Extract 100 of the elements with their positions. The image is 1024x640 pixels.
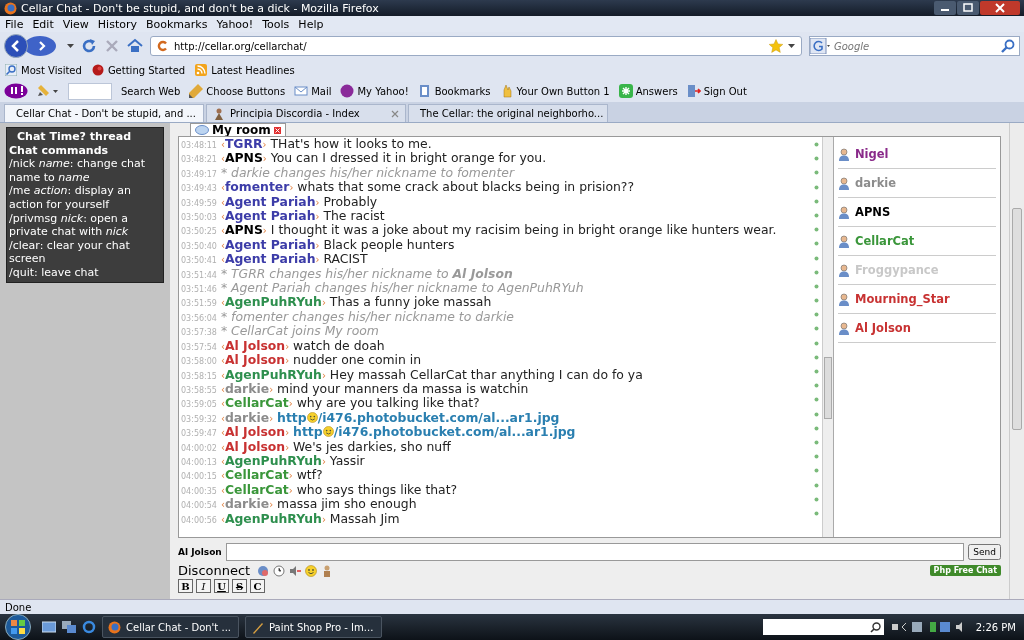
status-dot-icon (814, 142, 819, 147)
book-icon (417, 84, 432, 98)
chat-message: 03:50:40 ‹Agent Pariah› Black people hunters (181, 237, 455, 253)
chat-message: 04:00:02 ‹Al Jolson› We's jes darkies, sho nuff (181, 439, 451, 454)
person-icon (838, 176, 850, 190)
menu-item[interactable]: Yahoo! (216, 17, 254, 31)
status-dot-icon (814, 397, 819, 403)
color-icon[interactable] (257, 564, 270, 577)
browser-tab[interactable]: Principia Discordia - Index (206, 104, 406, 122)
menu-item[interactable]: Help (298, 17, 324, 31)
door-icon (686, 84, 701, 98)
speech-bubble-icon (195, 124, 209, 136)
maximize-icon[interactable] (957, 1, 979, 15)
status-dot-icon (814, 482, 819, 488)
person-icon (838, 292, 850, 306)
php-free-chat-badge[interactable]: Php Free Chat (929, 565, 1001, 576)
taskbar-button[interactable]: Cellar Chat - Don't ... (102, 616, 239, 638)
format-button[interactable]: I (196, 579, 211, 593)
user-entry[interactable]: Nigel (838, 140, 996, 169)
toolbar-button[interactable]: Search Web (121, 85, 181, 97)
browser-tab[interactable]: The Cellar: the original neighborho... (408, 104, 608, 122)
status-dot-icon (814, 354, 819, 360)
circle-icon (340, 84, 355, 98)
toolbar-button[interactable]: Sign Out (686, 84, 747, 98)
toolbar-button[interactable]: Your Own Button 1 (499, 84, 610, 98)
status-dot-icon (814, 369, 819, 374)
person-icon (838, 205, 850, 219)
chat-message: 04:00:35 ‹CellarCat› who says things like that? (181, 482, 459, 498)
user-entry[interactable]: Mourning_Star (838, 285, 996, 314)
search-field[interactable] (762, 619, 884, 635)
search-icon (869, 621, 881, 633)
send-button[interactable]: Send (968, 544, 1001, 560)
menu-item[interactable]: File (5, 17, 24, 31)
status-dot-icon (814, 312, 819, 318)
desktop-icon[interactable] (42, 621, 56, 633)
smiley-icon[interactable] (305, 564, 318, 577)
chat-message: 04:00:13 ‹AgenPuhRYuh› Yassir (181, 453, 366, 469)
speaker-icon[interactable] (289, 564, 302, 577)
scrollbar[interactable] (1009, 123, 1024, 599)
command-help: /quit: leave chat (9, 265, 100, 280)
menu-item[interactable]: Tools (262, 17, 290, 31)
search-box[interactable]: Google (809, 36, 1020, 56)
bookmark-link[interactable]: Latest Headlines (195, 64, 295, 76)
format-button[interactable]: B (178, 579, 193, 593)
scrollbar[interactable] (822, 137, 833, 537)
flower-icon (91, 64, 104, 76)
chat-message: 04:00:15 ‹CellarCat› wtf? (181, 468, 324, 483)
search-icon[interactable] (1001, 39, 1015, 53)
bookmark-link[interactable]: Most Visited (5, 64, 82, 76)
yahoo-logo-icon[interactable] (4, 83, 28, 99)
person-icon (838, 147, 850, 161)
search-icon (5, 64, 17, 76)
browser-icon[interactable] (82, 620, 96, 634)
address-field[interactable]: http://cellar.org/cellarchat/ (150, 36, 802, 56)
status-dot-icon (814, 510, 819, 516)
format-button[interactable]: C (250, 579, 265, 593)
menu-item[interactable]: View (62, 17, 89, 31)
toolbar-button[interactable]: Choose Buttons (189, 84, 286, 98)
toolbar-button[interactable]: Mail (294, 84, 332, 98)
chat-message: 03:59:32 ‹darkie› http /i476.photobucket.com/al...ar1.jpg (181, 410, 561, 426)
format-button[interactable]: S (232, 579, 247, 593)
chat-message: 04:00:54 ‹darkie› massa jim sho enough (181, 497, 418, 512)
disconnect-link[interactable]: Disconnect (178, 563, 251, 578)
reload-icon[interactable] (81, 38, 97, 54)
user-entry[interactable]: Al Jolson (838, 314, 996, 343)
thread-link[interactable]: Chat Time? thread (9, 130, 161, 144)
browser-tab[interactable]: Cellar Chat - Don't be stupid, and ... (4, 104, 204, 122)
format-button[interactable]: U (214, 579, 229, 593)
user-entry[interactable]: APNS (838, 198, 996, 227)
message-field[interactable] (225, 543, 965, 561)
bookmark-link[interactable]: Getting Started (91, 64, 186, 76)
dropdown-icon[interactable] (788, 43, 795, 49)
chat-message: 03:57:38 * CellarCat joins My room (181, 324, 380, 339)
user-entry[interactable]: CellarCat (838, 227, 996, 256)
menu-item[interactable]: Edit (32, 17, 54, 31)
window-title: Cellar Chat - Don't be stupid, and don't be a dick - Mozilla Firefox (21, 1, 379, 15)
status-dot-icon (814, 156, 819, 162)
window-switch-icon[interactable] (62, 621, 76, 633)
star-icon[interactable] (769, 39, 783, 53)
status-text: Done (5, 601, 32, 613)
pencil-icon[interactable] (37, 84, 59, 98)
clock-icon[interactable] (273, 564, 286, 577)
toolbar-button[interactable]: Answers (618, 84, 678, 98)
close-icon[interactable] (980, 1, 1020, 15)
room-tab[interactable]: My room (190, 123, 286, 136)
google-icon[interactable] (810, 38, 830, 54)
dropdown-icon[interactable] (67, 43, 74, 49)
toolbar-button[interactable]: My Yahoo! (340, 84, 409, 98)
status-dot-icon (814, 227, 819, 233)
toolbar-button[interactable]: Bookmarks (417, 84, 491, 98)
nickname-label: Al Jolson (178, 547, 222, 557)
minimize-icon[interactable] (934, 1, 956, 15)
menu-item[interactable]: Bookmarks (146, 17, 208, 31)
close-icon[interactable] (391, 109, 399, 118)
menu-item[interactable]: History (97, 17, 137, 31)
home-icon[interactable] (127, 38, 143, 54)
chat-message: 03:48:21 ‹APNS› You can I dressed it in bright orange for you. (181, 151, 548, 166)
status-dot-icon (814, 283, 819, 289)
site-icon (157, 40, 169, 52)
taskbar-button[interactable]: Paint Shop Pro - Im... (245, 616, 382, 638)
